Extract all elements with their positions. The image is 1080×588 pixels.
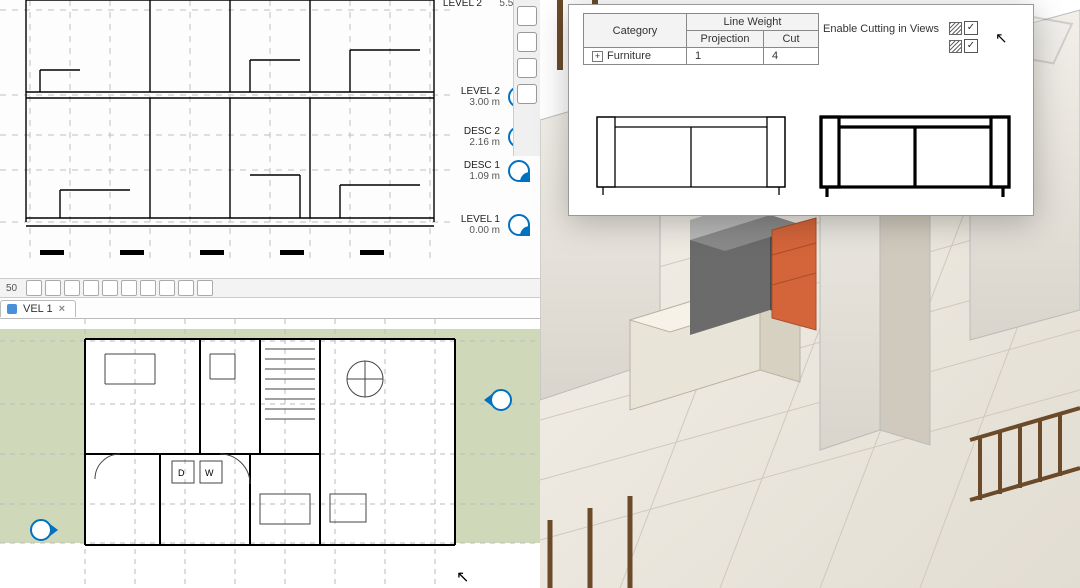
level-name: LEVEL 1 <box>452 214 500 225</box>
view-tab-bar: VEL 1 × <box>0 298 76 318</box>
section-structure <box>26 0 434 226</box>
view-control-bar: 50 <box>0 278 540 298</box>
nav-pan-icon[interactable] <box>517 32 537 52</box>
col-cut[interactable]: Cut <box>764 31 819 48</box>
section-box-icon <box>949 22 962 35</box>
visual-style-button[interactable] <box>64 280 80 296</box>
crop-region-button[interactable] <box>140 280 156 296</box>
nav-zoom-icon[interactable] <box>517 58 537 78</box>
level-name: LEVEL 2 <box>452 86 500 97</box>
detail-level-button[interactable] <box>45 280 61 296</box>
cell-category: Furniture <box>607 50 651 62</box>
app-root: LEVEL 2 5.50 m LEVEL 2 3.00 m DESC 2 2.1… <box>0 0 1080 588</box>
nav-orbit-icon[interactable] <box>517 84 537 104</box>
level-callout[interactable]: DESC 1 1.09 m <box>452 160 530 182</box>
family-preview-projection <box>593 103 789 201</box>
close-icon[interactable]: × <box>59 303 65 315</box>
plan-walls <box>85 339 455 545</box>
section-box-icon <box>949 40 962 53</box>
ground-hatch <box>40 250 384 255</box>
object-styles-panel[interactable]: Category Line Weight Projection Cut + Fur… <box>568 4 1034 216</box>
tab-label: VEL 1 <box>23 303 53 315</box>
svg-text:W: W <box>205 468 214 478</box>
zoom-value[interactable]: 50 <box>6 283 17 294</box>
level-name: LEVEL 2 <box>434 0 482 9</box>
site-hatch <box>0 329 540 543</box>
cell-projection[interactable]: 1 <box>687 48 764 65</box>
crop-view-button[interactable] <box>121 280 137 296</box>
plan-view[interactable]: D W ↖ <box>0 318 540 588</box>
svg-text:D: D <box>178 468 185 478</box>
temporary-hide-button[interactable] <box>159 280 175 296</box>
elevation-marker-icon[interactable] <box>490 389 512 411</box>
plan-view-icon <box>7 304 17 314</box>
plan-drawing[interactable]: D W <box>0 319 540 588</box>
enable-cutting-checkbox-top[interactable]: ✓ <box>964 21 978 35</box>
enable-cutting-option: Enable Cutting in Views ✓ ✓ <box>823 21 978 53</box>
object-styles-table: Category Line Weight Projection Cut + Fur… <box>583 13 819 65</box>
nav-wheel-icon[interactable] <box>517 6 537 26</box>
level-name: DESC 2 <box>452 126 500 137</box>
level-marker-icon <box>508 160 530 182</box>
level-name: DESC 1 <box>452 160 500 171</box>
plan-furniture: D W <box>95 349 383 524</box>
enable-cutting-checkbox-bottom[interactable]: ✓ <box>964 39 978 53</box>
col-projection[interactable]: Projection <box>687 31 764 48</box>
scale-button[interactable] <box>26 280 42 296</box>
elevation-marker-icon[interactable] <box>30 519 52 541</box>
reveal-hidden-button[interactable] <box>178 280 194 296</box>
family-preview-cut <box>817 103 1013 201</box>
col-lineweight: Line Weight <box>687 14 819 31</box>
cell-cut[interactable]: 4 <box>764 48 819 65</box>
level-value: 3.00 m <box>452 97 500 108</box>
level-callout[interactable]: LEVEL 1 0.00 m <box>452 214 530 236</box>
cursor-icon: ↖ <box>995 29 1008 47</box>
shadows-button[interactable] <box>102 280 118 296</box>
view-tab[interactable]: VEL 1 × <box>0 300 76 317</box>
level-value: 1.09 m <box>452 171 500 182</box>
col-category[interactable]: Category <box>584 14 687 48</box>
enable-cutting-label: Enable Cutting in Views <box>823 21 939 35</box>
left-pane: LEVEL 2 5.50 m LEVEL 2 3.00 m DESC 2 2.1… <box>0 0 540 588</box>
level-marker-icon <box>508 214 530 236</box>
expand-icon[interactable]: + <box>592 51 603 62</box>
level-value: 0.00 m <box>452 225 500 236</box>
worksharing-button[interactable] <box>197 280 213 296</box>
sun-path-button[interactable] <box>83 280 99 296</box>
table-row[interactable]: + Furniture 1 4 <box>584 48 819 65</box>
section-grid <box>0 0 455 260</box>
level-value: 2.16 m <box>452 137 500 148</box>
navigation-bar <box>513 0 540 156</box>
section-view[interactable]: LEVEL 2 5.50 m LEVEL 2 3.00 m DESC 2 2.1… <box>0 0 540 278</box>
